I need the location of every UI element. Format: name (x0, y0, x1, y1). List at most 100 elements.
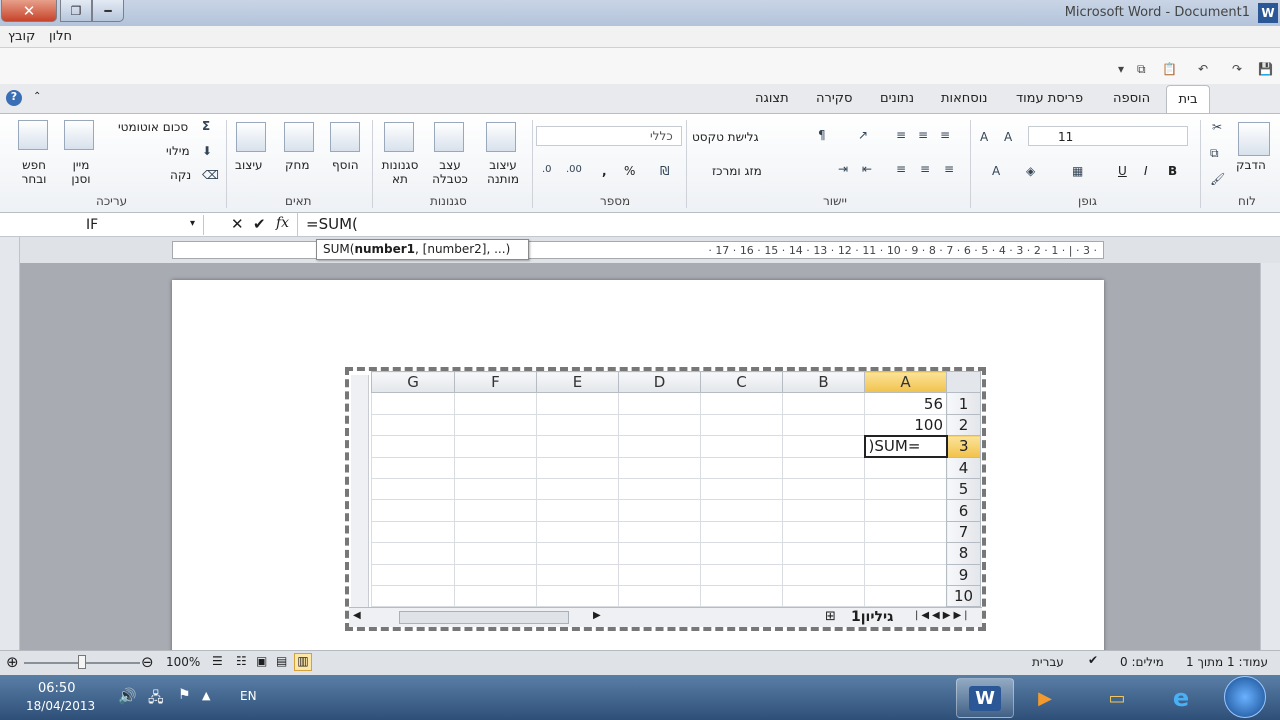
number-format-value[interactable]: כללי (650, 129, 673, 143)
sort-filter-icon[interactable] (64, 120, 94, 150)
column-header-c[interactable]: C (700, 370, 783, 394)
cell[interactable] (618, 477, 701, 501)
cell[interactable] (700, 477, 783, 501)
cell[interactable] (536, 499, 619, 522)
cell[interactable] (454, 477, 537, 501)
cell[interactable] (618, 456, 701, 479)
word-count[interactable]: מילים: 0 (1120, 655, 1164, 669)
wrap-text-button[interactable]: גלישת טקסט (692, 130, 759, 144)
cell[interactable] (536, 542, 619, 565)
print-layout-icon[interactable]: ▥ (294, 653, 312, 671)
cell[interactable] (782, 392, 865, 415)
cell[interactable] (454, 413, 537, 437)
cell[interactable] (864, 456, 947, 479)
zoom-in-icon[interactable]: ⊕ (6, 653, 19, 671)
cell[interactable] (454, 520, 537, 544)
cell[interactable] (618, 563, 701, 586)
reading-view-icon[interactable]: ▤ (276, 654, 287, 668)
row-header[interactable]: 2 (946, 413, 981, 437)
maximize-button[interactable]: ❐ (60, 0, 92, 22)
draft-view-icon[interactable]: ☰ (212, 654, 223, 668)
cell[interactable] (371, 477, 455, 501)
copy-small-icon[interactable]: ⧉ (1210, 146, 1219, 161)
cell[interactable] (700, 584, 783, 608)
align-left-icon[interactable]: ≡ (896, 162, 906, 176)
font-size-value[interactable]: 11 (1058, 130, 1073, 144)
decrease-indent-icon[interactable]: ⇤ (862, 162, 872, 176)
cell[interactable] (864, 563, 947, 586)
cell[interactable] (700, 563, 783, 586)
save-icon[interactable]: 💾 (1258, 62, 1273, 76)
row-header[interactable]: 5 (946, 477, 981, 501)
sheet-nav-icon[interactable]: |◀◀▶▶| (915, 610, 971, 621)
clear-button[interactable]: נקה (170, 168, 191, 182)
tab-home[interactable]: בית (1166, 85, 1210, 115)
enter-formula-icon[interactable]: ✔ (253, 215, 266, 233)
zoom-out-icon[interactable]: ⊖ (141, 653, 154, 671)
cell[interactable] (782, 413, 865, 437)
cell[interactable] (700, 435, 783, 458)
cell[interactable] (782, 477, 865, 501)
paste-button[interactable]: הדבק (1236, 158, 1266, 172)
cell[interactable] (782, 435, 865, 458)
cancel-formula-icon[interactable]: ✕ (231, 215, 244, 233)
show-hidden-icons-icon[interactable]: ▲ (202, 689, 210, 702)
left-scrollbar[interactable] (0, 237, 20, 650)
tab-data[interactable]: נתונים (880, 91, 914, 106)
cell[interactable] (782, 584, 865, 608)
row-header[interactable]: 1 (946, 392, 981, 415)
cell[interactable] (618, 584, 701, 608)
grow-font-icon[interactable]: A (1004, 130, 1012, 144)
orientation-icon[interactable]: ↗ (858, 128, 868, 142)
row-header[interactable]: 7 (946, 520, 981, 544)
cell[interactable] (782, 542, 865, 565)
autosum-button[interactable]: סכום אוטומטי (118, 120, 188, 134)
insert-sheet-icon[interactable]: ⊞ (825, 609, 836, 624)
cell[interactable] (864, 584, 947, 608)
row-header[interactable]: 8 (946, 542, 981, 565)
tab-page-layout[interactable]: פריסת עמוד (1016, 91, 1083, 106)
align-top-icon[interactable]: ≡ (940, 128, 950, 142)
format-as-table-icon[interactable] (434, 122, 464, 152)
conditional-format-button[interactable]: עיצוב מותנה (484, 158, 522, 186)
fill-color-icon[interactable]: ◈ (1026, 164, 1035, 178)
tooltip-arg1[interactable]: number1 (354, 242, 415, 256)
network-icon[interactable]: 🖧 (148, 687, 164, 711)
cell[interactable] (700, 413, 783, 437)
taskbar-explorer-button[interactable]: ▭ (1088, 678, 1146, 718)
paste-large-icon[interactable] (1238, 122, 1270, 156)
cut-icon[interactable]: ✂ (1212, 120, 1222, 134)
underline-button[interactable]: U (1118, 164, 1127, 178)
cell[interactable] (454, 542, 537, 565)
column-header-a[interactable]: A (864, 370, 947, 394)
cell[interactable] (454, 499, 537, 522)
zoom-level[interactable]: 100% (166, 655, 200, 669)
cell[interactable] (618, 392, 701, 415)
format-cells-icon[interactable] (236, 122, 266, 152)
minimize-button[interactable]: ━ (92, 0, 124, 22)
tab-insert[interactable]: הוספה (1113, 91, 1150, 106)
cell[interactable] (536, 520, 619, 544)
cell[interactable] (371, 392, 455, 415)
merge-center-button[interactable]: מזג ומרכז (712, 164, 762, 178)
cell[interactable] (618, 499, 701, 522)
cell[interactable] (371, 456, 455, 479)
web-view-icon[interactable]: ▣ (256, 654, 267, 668)
cell[interactable] (700, 392, 783, 415)
cell[interactable] (864, 542, 947, 565)
cell[interactable] (782, 520, 865, 544)
cell-styles-button[interactable]: סגנונות תא (376, 158, 424, 186)
find-select-icon[interactable] (18, 120, 48, 150)
sheet-tab[interactable]: גיליון1 (851, 609, 893, 625)
align-middle-icon[interactable]: ≡ (918, 128, 928, 142)
clock-date[interactable]: 18/04/2013 (26, 699, 95, 713)
taskbar-media-player-button[interactable]: ▶ (1016, 678, 1074, 718)
shrink-font-icon[interactable]: A (980, 130, 988, 144)
cell[interactable] (618, 520, 701, 544)
redo-icon[interactable]: ↷ (1232, 62, 1242, 76)
input-language[interactable]: EN (240, 689, 257, 703)
taskbar-ie-button[interactable]: e (1152, 678, 1210, 718)
cell[interactable] (371, 499, 455, 522)
row-header[interactable]: 9 (946, 563, 981, 586)
cell[interactable] (536, 413, 619, 437)
